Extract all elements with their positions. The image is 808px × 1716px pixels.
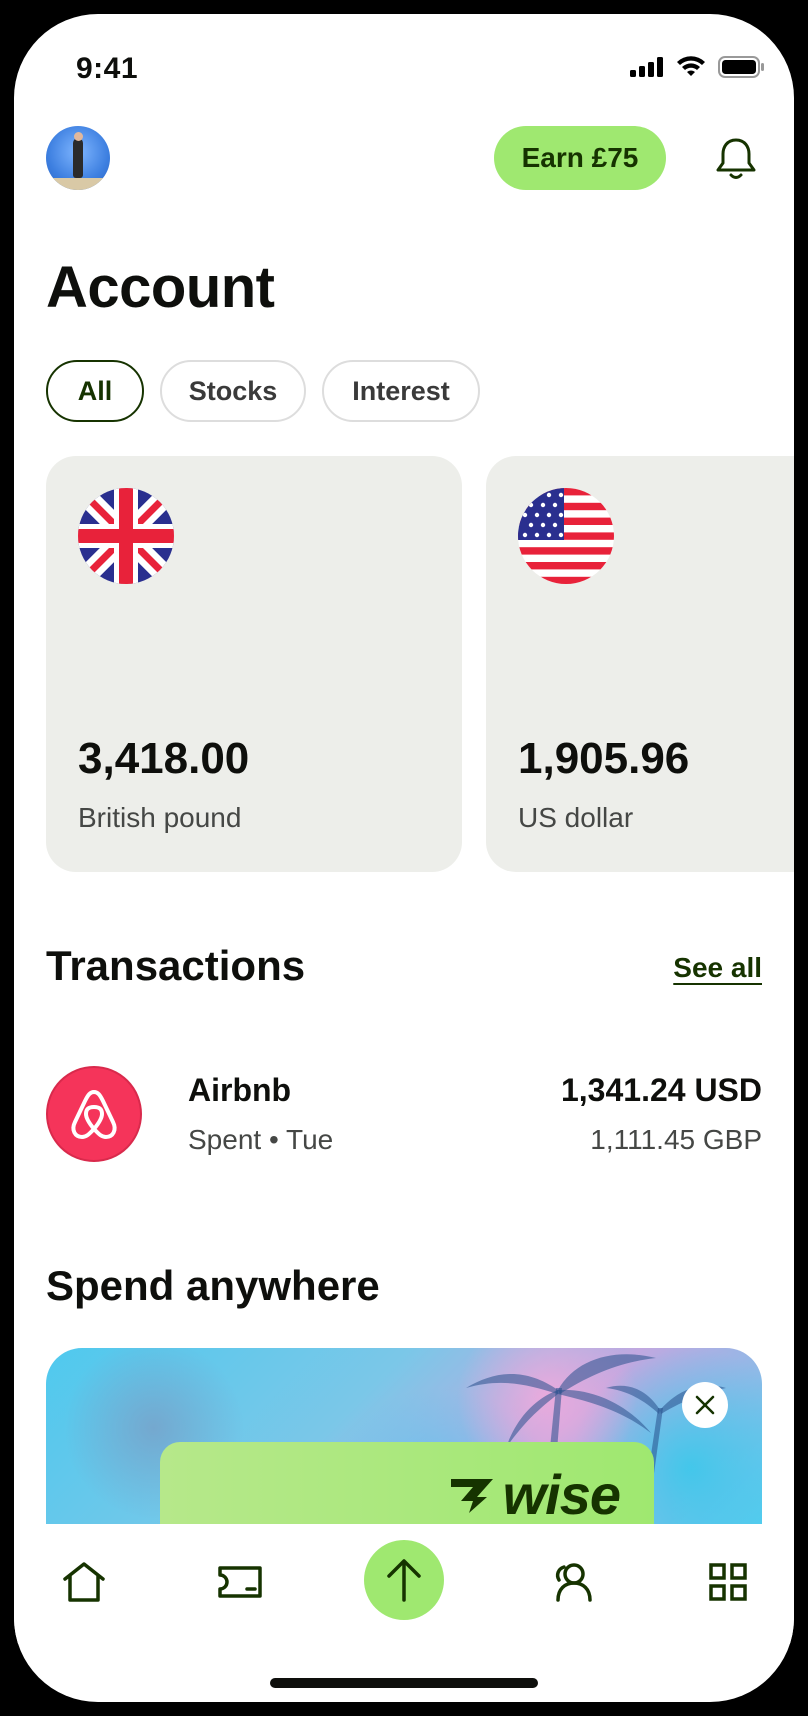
earn-reward-button[interactable]: Earn £75 bbox=[494, 126, 666, 190]
recipients-icon bbox=[555, 1563, 592, 1602]
account-currency: US dollar bbox=[518, 802, 634, 833]
filter-chips: All Stocks Interest bbox=[46, 360, 480, 422]
transaction-converted-amount: 1,111.45 GBP bbox=[590, 1124, 762, 1155]
transactions-title: Transactions bbox=[46, 942, 306, 989]
transaction-merchant: Airbnb bbox=[188, 1072, 292, 1108]
avatar[interactable] bbox=[46, 126, 110, 190]
battery-icon bbox=[718, 56, 764, 78]
nav-recipients[interactable] bbox=[542, 1552, 602, 1612]
transaction-amount: 1,341.24 USD bbox=[560, 1072, 762, 1108]
account-card-gbp[interactable]: 3,418.00 British pound bbox=[46, 456, 462, 872]
bell-icon[interactable] bbox=[714, 136, 758, 182]
bottom-nav bbox=[14, 1524, 794, 1644]
signal-icon bbox=[630, 57, 663, 77]
us-flag-icon bbox=[518, 488, 614, 584]
uk-flag-icon bbox=[78, 488, 174, 584]
nav-apps[interactable] bbox=[698, 1552, 758, 1612]
wise-brand-text: wise bbox=[502, 1463, 621, 1526]
account-balance: 3,418.00 bbox=[78, 734, 250, 783]
chip-stocks[interactable]: Stocks bbox=[160, 360, 306, 422]
promo-title: Spend anywhere bbox=[46, 1262, 380, 1309]
chip-interest[interactable]: Interest bbox=[322, 360, 480, 422]
transaction-row[interactable]: Airbnb Spent • Tue 1,341.24 USD 1,111.45… bbox=[46, 1066, 762, 1162]
wifi-icon bbox=[677, 56, 705, 76]
page-title: Account bbox=[46, 255, 275, 320]
card-icon bbox=[218, 1566, 262, 1598]
see-all-link[interactable]: See all bbox=[673, 952, 762, 984]
status-icons bbox=[630, 56, 764, 78]
apps-icon bbox=[709, 1563, 747, 1601]
home-indicator bbox=[270, 1678, 538, 1688]
chip-all[interactable]: All bbox=[46, 360, 144, 422]
close-icon bbox=[695, 1395, 715, 1415]
close-promo-button[interactable] bbox=[682, 1382, 728, 1428]
account-card-usd[interactable]: 1,905.96 US dollar bbox=[486, 456, 794, 872]
home-icon bbox=[63, 1562, 105, 1602]
nav-home[interactable] bbox=[54, 1552, 114, 1612]
nav-send[interactable] bbox=[364, 1540, 444, 1620]
send-icon bbox=[387, 1559, 421, 1602]
transaction-subtitle: Spent • Tue bbox=[188, 1124, 334, 1155]
status-time: 9:41 bbox=[76, 52, 139, 85]
airbnb-logo-icon bbox=[46, 1066, 142, 1162]
nav-card[interactable] bbox=[210, 1552, 270, 1612]
phone-screen: 9:41 Earn £75 Account All Stocks Interes… bbox=[14, 14, 794, 1702]
wise-flag-icon bbox=[450, 1478, 493, 1513]
account-currency: British pound bbox=[78, 802, 242, 833]
wise-logo: wise bbox=[447, 1462, 621, 1527]
account-balance: 1,905.96 bbox=[518, 734, 690, 783]
promo-banner[interactable]: wise bbox=[46, 1348, 762, 1548]
